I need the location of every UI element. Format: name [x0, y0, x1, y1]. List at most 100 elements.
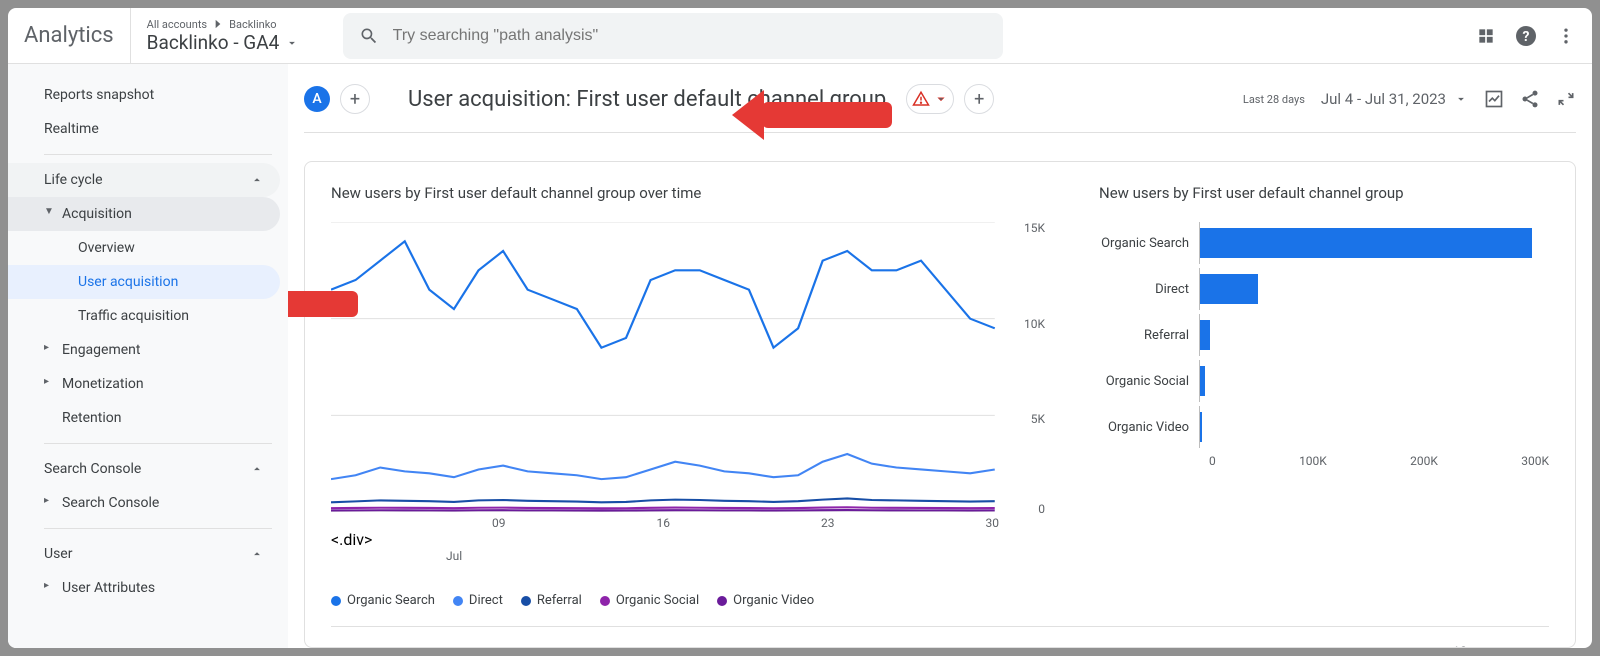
y-tick: 0: [1038, 502, 1045, 516]
bar: [1200, 412, 1202, 442]
caret-down-icon: [285, 36, 299, 50]
sidebar-reports-snapshot[interactable]: Reports snapshot: [8, 78, 280, 112]
bar: [1200, 228, 1532, 258]
caret-down-icon: ▼: [44, 206, 54, 217]
sidebar-engagement[interactable]: ▸ Engagement: [8, 333, 280, 367]
sidebar-search-console-section[interactable]: Search Console: [8, 452, 280, 486]
bar-row: Organic Search: [1099, 222, 1549, 264]
legend-dot-icon: [521, 596, 531, 606]
sidebar-user-section[interactable]: User: [8, 537, 280, 571]
date-range-value: Jul 4 - Jul 31, 2023: [1321, 90, 1446, 108]
date-range-selector[interactable]: Jul 4 - Jul 31, 2023: [1321, 90, 1468, 108]
caret-down-icon: ▼: [1475, 645, 1487, 648]
bar-label: Direct: [1099, 282, 1199, 297]
sidebar-search-console[interactable]: ▸ Search Console: [8, 486, 280, 520]
x-tick: 23: [821, 516, 835, 530]
breadcrumb-root: All accounts: [147, 18, 207, 31]
caret-right-icon: ▸: [44, 495, 49, 506]
legend-label: Referral: [537, 593, 582, 608]
bar-label: Organic Search: [1099, 236, 1199, 251]
account-selector[interactable]: All accounts Backlinko Backlinko - GA4: [147, 17, 327, 54]
bar-row: Referral: [1099, 314, 1549, 356]
bar-row: Direct: [1099, 268, 1549, 310]
bar-row: Organic Social: [1099, 360, 1549, 402]
x-tick: 200K: [1410, 454, 1438, 468]
pagination-range: 1-7 of 7: [1505, 646, 1549, 649]
svg-text:?: ?: [1523, 29, 1530, 45]
data-quality-warning[interactable]: [906, 84, 954, 114]
table-search-input[interactable]: [357, 646, 533, 649]
sidebar-traffic-acquisition[interactable]: Traffic acquisition: [8, 299, 280, 333]
sidebar: Reports snapshot Realtime Life cycle ▼ A…: [8, 64, 288, 648]
divider: [44, 528, 272, 529]
bar-chart: Organic Search Direct Referral Organic Soci…: [1099, 222, 1549, 448]
sidebar-monetization[interactable]: ▸ Monetization: [8, 367, 280, 401]
x-month: Jul: [331, 549, 1039, 563]
x-tick: 09: [492, 516, 506, 530]
sidebar-acquisition[interactable]: ▼ Acquisition: [8, 197, 280, 231]
y-tick: 5K: [1031, 412, 1045, 426]
legend-dot-icon: [331, 596, 341, 606]
share-icon[interactable]: [1520, 89, 1540, 109]
caret-down-icon: [934, 92, 948, 106]
bar-row: Organic Video: [1099, 406, 1549, 448]
add-comparison-button[interactable]: +: [340, 84, 370, 114]
sidebar-search-console-label: Search Console: [62, 495, 159, 511]
sidebar-user-attributes[interactable]: ▸ User Attributes: [8, 571, 280, 605]
property-name: Backlinko - GA4: [147, 31, 280, 54]
x-tick: 30: [986, 516, 1000, 530]
rows-per-page-select[interactable]: 10 ▼: [1446, 643, 1491, 648]
rows-per-page-value: 10: [1452, 645, 1467, 648]
x-tick: 100K: [1299, 454, 1327, 468]
legend-dot-icon: [453, 596, 463, 606]
rows-per-page-label: Rows per page:: [1344, 646, 1433, 649]
bar-label: Organic Video: [1099, 420, 1199, 435]
sidebar-user-attributes-label: User Attributes: [62, 580, 155, 596]
x-tick: 16: [657, 516, 671, 530]
annotation-arrow: [288, 279, 368, 329]
sidebar-overview[interactable]: Overview: [8, 231, 280, 265]
legend-label: Organic Social: [616, 593, 699, 608]
y-tick: 15K: [1024, 221, 1045, 235]
divider: [44, 443, 272, 444]
line-chart-legend: Organic Search Direct Referral Organic S…: [331, 593, 1039, 608]
search-input[interactable]: [393, 27, 987, 45]
sidebar-acquisition-label: Acquisition: [62, 206, 132, 222]
user-avatar[interactable]: A: [304, 86, 330, 112]
search-box[interactable]: [343, 13, 1003, 59]
bar-label: Referral: [1099, 328, 1199, 343]
sidebar-user-section-label: User: [44, 546, 72, 562]
caret-right-icon: ▸: [44, 580, 49, 591]
legend-label: Direct: [469, 593, 503, 608]
sidebar-engagement-label: Engagement: [62, 342, 140, 358]
bar: [1200, 320, 1210, 350]
chevron-up-icon: [250, 173, 264, 187]
caret-down-icon: [1454, 92, 1468, 106]
sidebar-retention[interactable]: Retention: [8, 401, 280, 435]
insights-icon[interactable]: [1484, 89, 1504, 109]
sidebar-life-cycle-label: Life cycle: [44, 172, 103, 188]
annotation-arrow: [732, 90, 902, 140]
sidebar-monetization-label: Monetization: [62, 376, 144, 392]
analytics-logo[interactable]: Analytics: [24, 8, 131, 63]
legend-dot-icon: [717, 596, 727, 606]
caret-right-icon: ▸: [44, 342, 49, 353]
legend-label: Organic Search: [347, 593, 435, 608]
legend-label: Organic Video: [733, 593, 814, 608]
help-icon[interactable]: ?: [1514, 24, 1538, 48]
caret-right-icon: ▸: [44, 376, 49, 387]
x-tick: 300K: [1521, 454, 1549, 468]
search-icon: [331, 645, 347, 648]
bar-label: Organic Social: [1099, 374, 1199, 389]
divider: [44, 154, 272, 155]
search-icon: [359, 26, 379, 46]
expand-icon[interactable]: [1556, 89, 1576, 109]
add-button[interactable]: +: [964, 84, 994, 114]
apps-icon[interactable]: [1476, 26, 1496, 46]
more-vert-icon[interactable]: [1556, 26, 1576, 46]
line-chart-title: New users by First user default channel …: [331, 184, 1039, 202]
sidebar-life-cycle[interactable]: Life cycle: [8, 163, 280, 197]
sidebar-user-acquisition[interactable]: User acquisition: [8, 265, 280, 299]
sidebar-realtime[interactable]: Realtime: [8, 112, 280, 146]
chevron-up-icon: [250, 462, 264, 476]
